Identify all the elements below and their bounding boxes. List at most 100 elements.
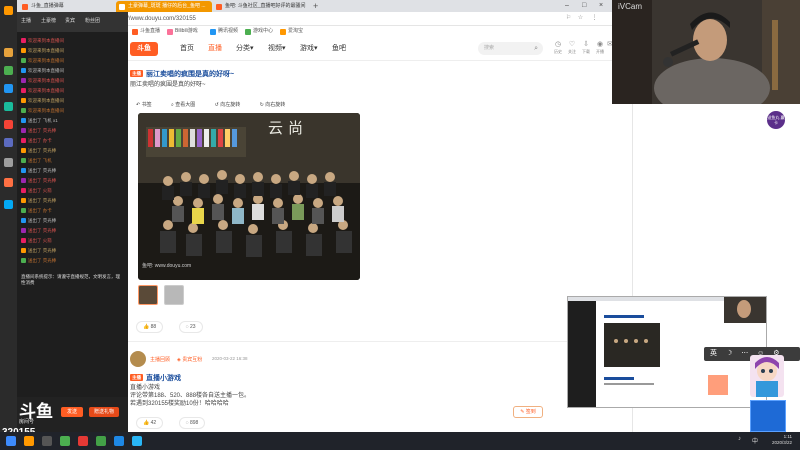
- user-badge-icon: [21, 68, 26, 73]
- app-icon[interactable]: [4, 6, 13, 15]
- douyu-float-badge[interactable]: 送鱼丸 赢卡: [766, 110, 786, 130]
- nav-video[interactable]: 视频▾: [268, 44, 286, 54]
- post-author[interactable]: 主播回顾: [150, 356, 170, 363]
- translate-icon[interactable]: ⚐: [565, 15, 572, 22]
- search-input[interactable]: 搜索 ⌕: [478, 42, 543, 55]
- douyu-logo[interactable]: 斗鱼: [130, 42, 158, 56]
- tool-zoom[interactable]: ⌕ 查看大图: [171, 102, 204, 108]
- user-badge-icon: [21, 188, 26, 193]
- photo-thumbnail[interactable]: [138, 285, 158, 305]
- avatar[interactable]: [130, 351, 146, 367]
- tool-rotate-left[interactable]: ↺ 向左旋转: [215, 102, 250, 108]
- like-button[interactable]: 👍 42: [136, 417, 164, 429]
- chat-message: 欢迎来到本直播间: [21, 86, 123, 95]
- douyu-header: 斗鱼 首页 直播 分类▾ 视频▾ 游戏▾ 鱼吧 搜索 ⌕ ◷ 历史 ♡ 关注 ⇩ 下载 …: [128, 37, 613, 61]
- screen: 斗鱼_直播弹幕 土豪弹幕_斑斑 播仔的后台_鱼吧 ... 鱼吧: 斗鱼社区_直播…: [0, 0, 800, 450]
- bookmark-item[interactable]: 游戏中心: [245, 27, 273, 36]
- moon-icon[interactable]: ☽: [726, 350, 732, 357]
- gift-button[interactable]: 赠送礼物: [89, 407, 119, 417]
- taskbar-app-icon[interactable]: [114, 436, 124, 446]
- chat-tab[interactable]: 土豪榜: [41, 17, 56, 24]
- bookmark-item[interactable]: 爱淘宝: [280, 27, 303, 36]
- blue-window-thumbnail: [750, 400, 786, 432]
- taskbar-app-icon[interactable]: [24, 436, 34, 446]
- edit-icon: ✎: [520, 409, 525, 415]
- badge-icon: ◈: [177, 357, 181, 363]
- user-badge-icon: [21, 38, 26, 43]
- user-badge-icon: [21, 78, 26, 83]
- app-icon[interactable]: [4, 158, 13, 167]
- ime-language-indicator[interactable]: 中: [752, 436, 758, 445]
- nav-live[interactable]: 直播: [208, 44, 222, 54]
- chat-message: 送出了 荧光棒: [21, 246, 123, 255]
- app-icon[interactable]: [4, 102, 13, 111]
- new-tab-button[interactable]: +: [313, 0, 318, 12]
- taskbar-app-icon[interactable]: [60, 436, 70, 446]
- nav-game[interactable]: 游戏▾: [300, 44, 318, 54]
- app-icon[interactable]: [4, 84, 13, 93]
- chat-message: 送出了 荧光棒: [21, 126, 123, 135]
- chat-tab[interactable]: 主播: [21, 17, 31, 24]
- post-title[interactable]: 主播 直播小游戏: [130, 373, 181, 383]
- url-field[interactable]: 🔒https://www.douyu.com/320155: [102, 14, 542, 24]
- follow-icon[interactable]: ♡ 关注: [565, 41, 579, 54]
- favicon-icon: [216, 4, 222, 10]
- menu-icon[interactable]: ⋮: [591, 15, 598, 22]
- taskbar-app-icon[interactable]: [42, 436, 52, 446]
- browser-tab[interactable]: 斗鱼_直播弹幕: [19, 1, 115, 12]
- post-body: 丽江卖唱的疯围是真的好呀~: [130, 82, 206, 88]
- history-icon[interactable]: ◷ 历史: [551, 41, 565, 54]
- photo-thumbnail[interactable]: [164, 285, 184, 305]
- bookmark-item[interactable]: 腾讯视频: [210, 27, 238, 36]
- sign-in-button[interactable]: ✎ 签到: [513, 406, 543, 418]
- bookmark-item[interactable]: 斗鱼直播: [132, 27, 160, 36]
- chat-tab[interactable]: 粉丝团: [85, 17, 100, 24]
- nav-home[interactable]: 首页: [180, 44, 194, 54]
- app-icon[interactable]: [4, 120, 13, 129]
- send-button[interactable]: 发送: [61, 407, 83, 417]
- start-icon[interactable]: [6, 436, 16, 446]
- browser-tab-active[interactable]: 土豪弹幕_斑斑 播仔的后台_鱼吧 ...: [116, 1, 212, 12]
- user-badge-icon: [21, 128, 26, 133]
- nav-yuba[interactable]: 鱼吧: [332, 44, 346, 54]
- group-photo-illustration: [138, 113, 360, 280]
- favicon-icon: [119, 4, 125, 10]
- author-badge: ◈ 贵宾互粉: [177, 357, 203, 363]
- bookmark-item[interactable]: Bilibili游戏: [167, 27, 198, 36]
- bookmark-icon: [210, 29, 216, 35]
- system-clock[interactable]: 1:11 2020/3/22: [772, 434, 792, 446]
- volume-icon[interactable]: ♪: [738, 436, 741, 442]
- bookmark-star-icon[interactable]: ☆: [577, 15, 584, 22]
- app-icon[interactable]: [4, 66, 13, 75]
- like-button[interactable]: 👍 88: [136, 321, 164, 333]
- maximize-icon[interactable]: □: [582, 0, 586, 12]
- tool-rotate-right[interactable]: ↻ 向右旋转: [260, 102, 295, 108]
- post-photo[interactable]: 云尚 鱼吧: www.douyu.com: [138, 113, 360, 280]
- nav-category[interactable]: 分类▾: [236, 44, 254, 54]
- tool-bookmark[interactable]: ↶ 书签: [136, 102, 161, 108]
- bookmark-icon: [167, 29, 173, 35]
- chevron-down-icon: ▾: [282, 45, 286, 52]
- chat-tab[interactable]: 贵宾: [65, 17, 75, 24]
- ime-language-toggle[interactable]: 英: [710, 350, 717, 357]
- more-icon[interactable]: ⋯: [741, 350, 748, 357]
- comment-button[interactable]: ◌ 898: [178, 417, 206, 429]
- app-icon[interactable]: [4, 48, 13, 57]
- download-icon[interactable]: ⇩ 下载: [579, 41, 593, 54]
- app-icon[interactable]: [4, 138, 13, 147]
- app-icon[interactable]: [4, 200, 13, 209]
- browser-tab[interactable]: 鱼吧: 斗鱼社区_直播吧好评的最骚间: [213, 1, 309, 12]
- taskbar-app-icon[interactable]: [132, 436, 142, 446]
- post-title[interactable]: 主播 丽江卖唱的疯围是真的好呀~: [130, 69, 234, 79]
- taskbar-app-icon[interactable]: [96, 436, 106, 446]
- search-icon[interactable]: ⌕: [534, 42, 538, 55]
- minimize-icon[interactable]: –: [565, 0, 569, 12]
- chat-message: 欢迎来到本直播间: [21, 96, 123, 105]
- post-date: 2020-03-22 16:38: [212, 356, 248, 361]
- user-badge-icon: [21, 198, 26, 203]
- close-icon[interactable]: ×: [599, 0, 603, 12]
- chat-message: 送出了 荧光棒: [21, 196, 123, 205]
- app-icon[interactable]: [4, 178, 13, 187]
- comment-button[interactable]: ◌ 23: [178, 321, 203, 333]
- taskbar-app-icon[interactable]: [78, 436, 88, 446]
